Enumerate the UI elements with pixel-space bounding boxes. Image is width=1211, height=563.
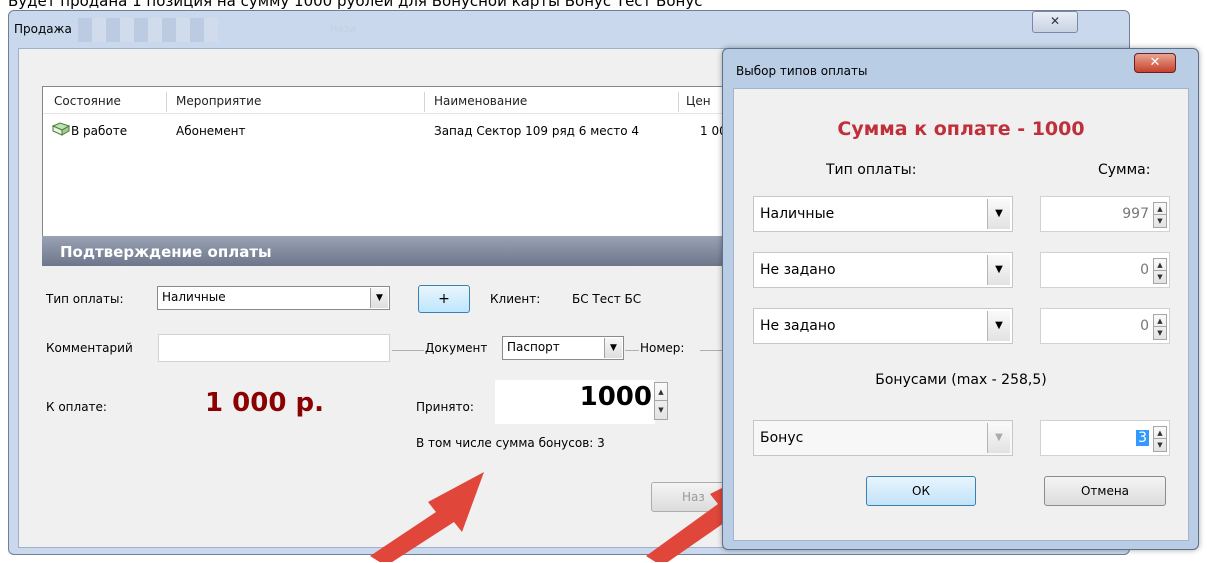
spin-up-icon[interactable]: ▲ (1154, 203, 1166, 215)
cancel-button[interactable]: Отмена (1044, 476, 1166, 506)
bonuses-label: Бонусами (max - 258,5) (875, 372, 1047, 388)
column-header-name[interactable]: Наименование (434, 94, 527, 108)
column-separator (166, 92, 167, 112)
document-label: Документ (425, 341, 488, 355)
column-header-event[interactable]: Мероприятие (176, 94, 261, 108)
payment-sum-value: 0 (1140, 318, 1149, 334)
dialog-title: Выбор типов оплаты (736, 64, 868, 78)
spin-up-icon[interactable]: ▲ (1154, 315, 1166, 327)
header-divider (43, 113, 731, 114)
cell-event: Абонемент (176, 124, 246, 138)
spin-down-icon[interactable]: ▼ (1154, 215, 1166, 227)
divider (625, 350, 639, 351)
column-separator (424, 92, 425, 112)
cell-status: В работе (71, 124, 128, 138)
faded-title-text: Нази (330, 24, 356, 35)
client-label: Клиент: (490, 292, 541, 306)
cell-name: Запад Сектор 109 ряд 6 место 4 (434, 124, 640, 138)
number-label: Номер: (640, 341, 685, 355)
section-title: Подтверждение оплаты (60, 243, 272, 261)
chevron-down-icon[interactable]: ▼ (987, 255, 1010, 285)
sum-column-header: Сумма: (1098, 162, 1151, 178)
to-pay-value: 1 000 р. (205, 388, 324, 418)
document-value: Паспорт (507, 340, 560, 354)
payment-sum-value: 997 (1122, 206, 1149, 222)
spin-down-icon[interactable]: ▼ (1154, 327, 1166, 339)
sum-spinner[interactable]: ▲ ▼ (1153, 314, 1167, 340)
ok-button[interactable]: ОК (866, 476, 976, 506)
spin-up-icon[interactable]: ▲ (655, 383, 667, 401)
spin-down-icon[interactable]: ▼ (655, 401, 667, 419)
top-caption: Будет продана 1 позиция на сумму 1000 ру… (8, 0, 703, 10)
to-pay-label: К оплате: (46, 400, 107, 414)
client-value: БС Тест БС (572, 292, 642, 306)
chevron-down-icon[interactable]: ▼ (987, 311, 1010, 341)
type-column-header: Тип оплаты: (826, 162, 917, 178)
arrow-icon (370, 472, 484, 562)
accepted-value: 1000 (579, 382, 652, 412)
divider (700, 350, 722, 351)
spin-down-icon[interactable]: ▼ (1154, 271, 1166, 283)
book-icon (52, 122, 70, 136)
amount-due-heading: Сумма к оплате - 1000 (837, 118, 1085, 140)
payment-type-select-1[interactable]: Наличные ▼ (753, 196, 1013, 232)
payment-type-value: Не задано (760, 318, 836, 334)
bonus-type-value: Бонус (760, 430, 804, 446)
payment-type-select-2[interactable]: Не задано ▼ (753, 252, 1013, 288)
payment-type-label: Тип оплаты: (46, 292, 124, 306)
document-select[interactable]: Паспорт ▼ (502, 336, 624, 360)
titlebar-pattern (78, 18, 218, 42)
payment-type-select-3[interactable]: Не задано ▼ (753, 308, 1013, 344)
payment-type-value: Не задано (760, 262, 836, 278)
payment-sum-field-1[interactable]: 997 ▲ ▼ (1040, 196, 1170, 232)
main-close-button[interactable]: ✕ (1032, 11, 1078, 33)
comment-field[interactable] (158, 334, 390, 362)
chevron-down-icon[interactable]: ▼ (604, 338, 622, 358)
sum-spinner[interactable]: ▲ ▼ (1153, 258, 1167, 284)
payment-type-select[interactable]: Наличные ▼ (157, 286, 390, 310)
main-window-title: Продажа (14, 22, 72, 36)
chevron-down-icon[interactable]: ▼ (987, 423, 1010, 453)
dialog-close-button[interactable]: ✕ (1134, 53, 1176, 73)
payment-sum-value: 0 (1140, 262, 1149, 278)
chevron-down-icon[interactable]: ▼ (370, 288, 388, 308)
column-header-status[interactable]: Состояние (54, 94, 121, 108)
payment-type-value: Наличные (760, 206, 835, 222)
spin-down-icon[interactable]: ▼ (1154, 439, 1166, 451)
sum-spinner[interactable]: ▲ ▼ (1153, 202, 1167, 228)
add-payment-button[interactable]: + (418, 285, 470, 313)
spin-up-icon[interactable]: ▲ (1154, 259, 1166, 271)
bonus-sum-value: 3 (1136, 430, 1149, 446)
bonus-sum-field[interactable]: 3 ▲ ▼ (1040, 420, 1170, 456)
accepted-spinner[interactable]: ▲ ▼ (654, 382, 668, 420)
sales-list[interactable] (42, 86, 734, 238)
bonus-type-select[interactable]: Бонус ▼ (753, 420, 1013, 456)
payment-sum-field-2[interactable]: 0 ▲ ▼ (1040, 252, 1170, 288)
sum-spinner[interactable]: ▲ ▼ (1153, 426, 1167, 452)
payment-type-value: Наличные (162, 290, 226, 304)
divider (392, 350, 424, 351)
column-header-price[interactable]: Цен (686, 94, 711, 108)
spin-up-icon[interactable]: ▲ (1154, 427, 1166, 439)
bonus-note: В том числе сумма бонусов: 3 (416, 436, 605, 450)
comment-label: Комментарий (46, 341, 133, 355)
accepted-label: Принято: (416, 400, 474, 414)
payment-sum-field-3[interactable]: 0 ▲ ▼ (1040, 308, 1170, 344)
chevron-down-icon[interactable]: ▼ (987, 199, 1010, 229)
column-separator (678, 92, 679, 112)
